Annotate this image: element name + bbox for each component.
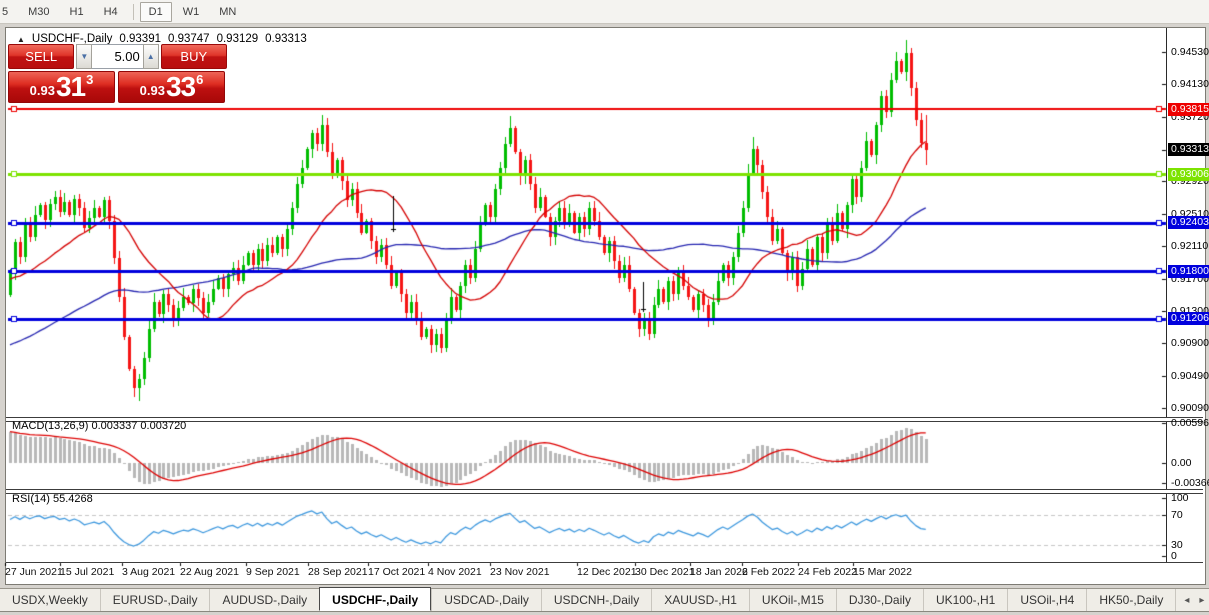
tab-ukoil-m15[interactable]: UKOil-,M15: [748, 589, 836, 611]
price-axis-tick: 0.94530: [1171, 45, 1209, 58]
price-line-tag: 0.91206: [1168, 312, 1209, 326]
symbol-tab-bar: USDX,Weekly EURUSD-,Daily AUDUSD-,Daily USD…: [0, 587, 1209, 612]
price-line-tag: 0.92403: [1168, 216, 1209, 230]
timeframe-button-h1[interactable]: H1: [61, 2, 93, 22]
timeframe-button-w1[interactable]: W1: [174, 2, 209, 22]
date-axis-label: 6 Feb 2022: [742, 566, 796, 578]
rsi-indicator-label: RSI(14) 55.4268: [12, 493, 93, 505]
date-axis-label: 24 Feb 2022: [798, 566, 857, 578]
indicator-axis-tick: 70: [1171, 509, 1183, 521]
price-axis-tick: 0.92110: [1171, 240, 1209, 253]
tab-scroll-left-icon[interactable]: ◂: [1184, 595, 1189, 606]
sell-price-big: 31: [55, 71, 86, 102]
price-axis-tick: 0.90900: [1171, 337, 1209, 350]
date-axis-label: 4 Nov 2021: [428, 566, 482, 578]
tab-eurusd-daily[interactable]: EURUSD-,Daily: [99, 589, 210, 611]
ohlc-close: 0.93313: [265, 33, 307, 45]
toolbar-separator: [132, 3, 134, 20]
tab-hk50-daily[interactable]: HK50-,Daily: [1086, 589, 1175, 611]
buy-price-sup: 6: [196, 72, 204, 87]
buy-button[interactable]: BUY: [160, 44, 227, 69]
tab-usdcad-daily[interactable]: USDCAD-,Daily: [431, 589, 541, 611]
date-axis-line: [6, 562, 1203, 563]
date-axis-label: 15 Jul 2021: [60, 566, 115, 578]
date-axis-label: 27 Jun 2021: [5, 566, 63, 578]
macd-indicator-label: MACD(13,26,9) 0.003337 0.003720: [12, 420, 187, 432]
price-line-tag: 0.91800: [1168, 264, 1209, 278]
timeframe-button-mn[interactable]: MN: [210, 2, 245, 22]
date-axis-label: 3 Aug 2021: [122, 566, 176, 578]
price-axis-tick: 0.94130: [1171, 78, 1209, 91]
price-axis-tick: 0.90490: [1171, 370, 1209, 383]
tab-dj30-daily[interactable]: DJ30-,Daily: [835, 589, 923, 611]
timeframe-button-d1[interactable]: D1: [139, 1, 172, 22]
date-axis-label: 12 Dec 2021: [577, 566, 637, 578]
current-price-tag: 0.93313: [1168, 143, 1209, 157]
price-line-tag: 0.93815: [1168, 102, 1209, 116]
tab-usdcnh-daily[interactable]: USDCNH-,Daily: [540, 589, 651, 611]
sell-price-sup: 3: [86, 72, 94, 87]
timeframe-button-h4[interactable]: H4: [95, 2, 127, 22]
volume-increase-button[interactable]: ▲: [142, 44, 159, 69]
tab-usoil-h4[interactable]: USOil-,H4: [1007, 589, 1086, 611]
timeframe-toolbar: 5 M30 H1 H4 D1 W1 MN: [0, 0, 1209, 24]
sell-price-small: 0.93: [29, 83, 55, 98]
indicator-axis-tick: 0: [1171, 550, 1177, 562]
buy-price-display[interactable]: 0.93 33 6: [118, 71, 225, 103]
date-axis-label: 9 Sep 2021: [246, 566, 300, 578]
sell-price-display[interactable]: 0.93 31 3: [8, 71, 115, 103]
tab-usdchf-daily[interactable]: USDCHF-,Daily: [319, 587, 432, 611]
buy-price-big: 33: [165, 71, 196, 102]
one-click-trading-panel: SELL ▼ ▲ BUY 0.93 31 3 0.93 33 6: [8, 44, 227, 103]
date-axis-label: 17 Oct 2021: [368, 566, 426, 578]
indicator-axis-tick: -0.003664: [1171, 477, 1209, 489]
date-axis-label: 30 Dec 2021: [635, 566, 695, 578]
indicator-axis-tick: 0.00: [1171, 457, 1192, 469]
volume-decrease-button[interactable]: ▼: [76, 44, 93, 69]
timeframe-button-5[interactable]: 5: [0, 2, 17, 22]
macd-rsi-splitter[interactable]: [6, 489, 1203, 494]
tab-scroll-right-icon[interactable]: ▸: [1199, 595, 1204, 606]
volume-input[interactable]: [92, 45, 143, 68]
date-axis-label: 15 Mar 2022: [853, 566, 912, 578]
tab-audusd-daily[interactable]: AUDUSD-,Daily: [209, 589, 319, 611]
date-axis-label: 22 Aug 2021: [180, 566, 239, 578]
date-axis-label: 23 Nov 2021: [490, 566, 550, 578]
timeframe-button-m30[interactable]: M30: [19, 2, 58, 22]
indicator-axis-tick: 100: [1171, 492, 1189, 504]
tab-usdx-weekly[interactable]: USDX,Weekly: [0, 589, 100, 611]
tab-uk100-h1[interactable]: UK100-,H1: [922, 589, 1007, 611]
collapse-panel-icon[interactable]: ▲: [17, 35, 25, 44]
price-axis-tick: 0.90090: [1171, 402, 1209, 415]
price-axis-line: [1166, 28, 1167, 563]
price-line-tag: 0.93006: [1168, 167, 1209, 181]
date-axis-label: 18 Jan 2022: [690, 566, 748, 578]
tab-xauusd-h1[interactable]: XAUUSD-,H1: [651, 589, 749, 611]
buy-price-small: 0.93: [139, 83, 165, 98]
sell-button[interactable]: SELL: [8, 44, 75, 69]
indicator-axis-tick: 0.005963: [1171, 417, 1209, 429]
date-axis-label: 28 Sep 2021: [308, 566, 368, 578]
